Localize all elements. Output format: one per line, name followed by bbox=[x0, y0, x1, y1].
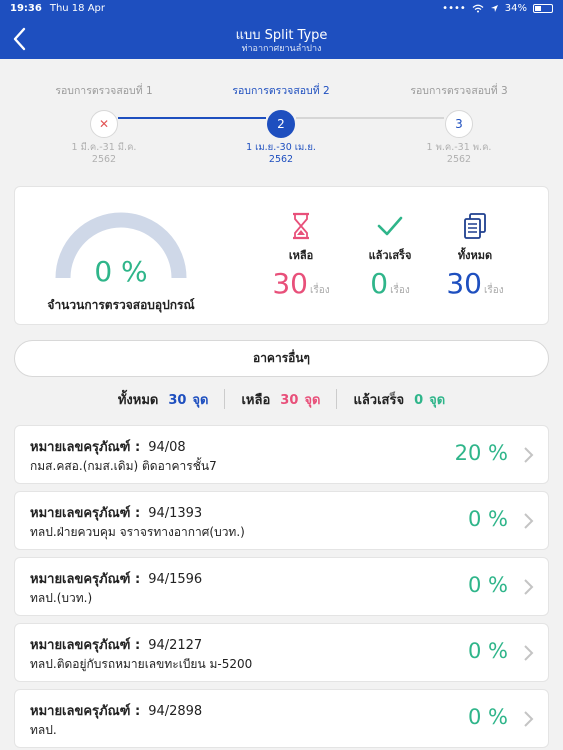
gauge-percent: 0 % bbox=[94, 255, 148, 288]
device-id: 94/08 bbox=[148, 440, 186, 455]
stat-value: 30 bbox=[446, 267, 482, 300]
device-id-label: หมายเลขครุภัณฑ์ : bbox=[30, 440, 141, 455]
page-subtitle: ท่าอากาศยานลำปาง bbox=[241, 44, 322, 54]
step-date-range: 1 มี.ค.-31 มี.ค. bbox=[71, 142, 137, 153]
count-label: แล้วเสร็จ bbox=[353, 392, 405, 408]
step-date-range: 1 เม.ย.-30 เม.ย. bbox=[246, 142, 316, 153]
device-id-label: หมายเลขครุภัณฑ์ : bbox=[30, 704, 141, 719]
signal-dots-icon: •••• bbox=[442, 2, 466, 14]
chevron-right-icon bbox=[524, 711, 534, 727]
stat-unit: เรื่อง bbox=[483, 285, 504, 296]
stat-unit: เรื่อง bbox=[390, 285, 410, 296]
device-description: ทลป.ฝ่ายควบคุม จราจรทางอากาศ(บวท.) bbox=[30, 525, 245, 539]
device-list-item[interactable]: หมายเลขครุภัณฑ์ : 94/1596 ทลป.(บวท.) 0 % bbox=[14, 557, 549, 616]
stat-total: ทั้งหมด 30 เรื่อง bbox=[435, 212, 515, 300]
device-description: ทลป.(บวท.) bbox=[30, 591, 93, 605]
step-round-2[interactable]: รอบการตรวจสอบที่ 2 2 1 เม.ย.-30 เม.ย. 25… bbox=[206, 59, 356, 166]
battery-icon bbox=[533, 3, 553, 13]
device-id: 94/2898 bbox=[148, 704, 203, 719]
app-header: 19:36 Thu 18 Apr •••• 34% แบบ Split Type… bbox=[0, 0, 563, 59]
location-icon bbox=[490, 4, 498, 12]
documents-icon bbox=[464, 213, 486, 239]
stat-unit: เรื่อง bbox=[309, 285, 330, 296]
chevron-right-icon bbox=[524, 579, 534, 595]
stat-remaining: เหลือ 30 เรื่อง bbox=[261, 212, 341, 300]
step-date-year: 2562 bbox=[91, 154, 117, 165]
device-description: ทลป.ติดอยู่กับรถหมายเลขทะเบียน ม-5200 bbox=[30, 657, 253, 671]
device-id: 94/2127 bbox=[148, 638, 203, 653]
device-description: ทลป. bbox=[30, 723, 57, 737]
count-remaining: เหลือ 30 จุด bbox=[225, 389, 336, 410]
count-value: 30 bbox=[280, 392, 299, 408]
count-label: เหลือ bbox=[241, 392, 271, 408]
hourglass-icon bbox=[293, 212, 309, 240]
device-percent: 0 % bbox=[468, 507, 508, 531]
status-date: Thu 18 Apr bbox=[49, 2, 106, 14]
step-round-3[interactable]: รอบการตรวจสอบที่ 3 3 1 พ.ค.-31 พ.ค. 2562 bbox=[384, 59, 534, 166]
step-number: 2 bbox=[267, 110, 295, 138]
point-counts: ทั้งหมด 30 จุด เหลือ 30 จุด แล้วเสร็จ 0 จุด bbox=[0, 386, 563, 412]
device-id-label: หมายเลขครุภัณฑ์ : bbox=[30, 506, 141, 521]
step-date-range: 1 พ.ค.-31 พ.ค. bbox=[426, 142, 492, 153]
chevron-right-icon bbox=[524, 447, 534, 463]
step-label: รอบการตรวจสอบที่ 3 bbox=[410, 85, 508, 97]
check-icon bbox=[377, 216, 403, 236]
count-completed: แล้วเสร็จ 0 จุด bbox=[337, 389, 461, 410]
device-list-item[interactable]: หมายเลขครุภัณฑ์ : 94/2898 ทลป. 0 % bbox=[14, 689, 549, 748]
device-list-item[interactable]: หมายเลขครุภัณฑ์ : 94/2127 ทลป.ติดอยู่กับร… bbox=[14, 623, 549, 682]
chevron-right-icon bbox=[524, 645, 534, 661]
wifi-icon bbox=[472, 4, 484, 12]
inspection-round-stepper: รอบการตรวจสอบที่ 1 ✕ 1 มี.ค.-31 มี.ค. 25… bbox=[0, 59, 563, 174]
count-value: 0 bbox=[414, 392, 424, 408]
count-label: ทั้งหมด bbox=[117, 392, 159, 408]
close-icon: ✕ bbox=[90, 110, 118, 138]
step-date-year: 2562 bbox=[446, 154, 472, 165]
step-round-1[interactable]: รอบการตรวจสอบที่ 1 ✕ 1 มี.ค.-31 มี.ค. 25… bbox=[29, 59, 179, 166]
device-list-item[interactable]: หมายเลขครุภัณฑ์ : 94/1393 ทลป.ฝ่ายควบคุม … bbox=[14, 491, 549, 550]
device-id: 94/1393 bbox=[148, 506, 203, 521]
stat-name: แล้วเสร็จ bbox=[368, 249, 412, 262]
stat-value: 0 bbox=[370, 267, 389, 300]
stat-name: เหลือ bbox=[288, 249, 314, 262]
step-label: รอบการตรวจสอบที่ 1 bbox=[55, 85, 153, 97]
stat-completed: แล้วเสร็จ 0 เรื่อง bbox=[350, 212, 430, 300]
count-total: ทั้งหมด 30 จุด bbox=[102, 389, 225, 410]
device-percent: 20 % bbox=[454, 441, 508, 465]
device-percent: 0 % bbox=[468, 573, 508, 597]
building-selector[interactable]: อาคารอื่นๆ bbox=[14, 340, 549, 377]
status-right: •••• 34% bbox=[442, 3, 553, 14]
device-list-item[interactable]: หมายเลขครุภัณฑ์ : 94/08 กมส.คสอ.(กมส.เดิม… bbox=[14, 425, 549, 484]
device-description: กมส.คสอ.(กมส.เดิม) ติดอาคารชั้น7 bbox=[30, 459, 217, 473]
device-percent: 0 % bbox=[468, 639, 508, 663]
gauge-label: จำนวนการตรวจสอบอุปกรณ์ bbox=[47, 298, 195, 312]
stat-name: ทั้งหมด bbox=[457, 249, 493, 262]
device-id: 94/1596 bbox=[148, 572, 203, 587]
chevron-right-icon bbox=[524, 513, 534, 529]
device-id-label: หมายเลขครุภัณฑ์ : bbox=[30, 572, 141, 587]
count-unit: จุด bbox=[304, 392, 321, 408]
count-unit: จุด bbox=[429, 392, 446, 408]
stat-value: 30 bbox=[272, 267, 308, 300]
step-label: รอบการตรวจสอบที่ 2 bbox=[232, 85, 330, 97]
status-time: 19:36 bbox=[10, 2, 42, 14]
status-bar: 19:36 Thu 18 Apr •••• 34% bbox=[0, 0, 563, 16]
step-number: 3 bbox=[445, 110, 473, 138]
device-percent: 0 % bbox=[468, 705, 508, 729]
count-unit: จุด bbox=[192, 392, 209, 408]
device-id-label: หมายเลขครุภัณฑ์ : bbox=[30, 638, 141, 653]
count-value: 30 bbox=[168, 392, 187, 408]
summary-card: 0 % จำนวนการตรวจสอบอุปกรณ์ เหลือ 30 เรื่อ… bbox=[14, 186, 549, 325]
step-date-year: 2562 bbox=[268, 154, 294, 165]
battery-percent: 34% bbox=[504, 2, 527, 14]
